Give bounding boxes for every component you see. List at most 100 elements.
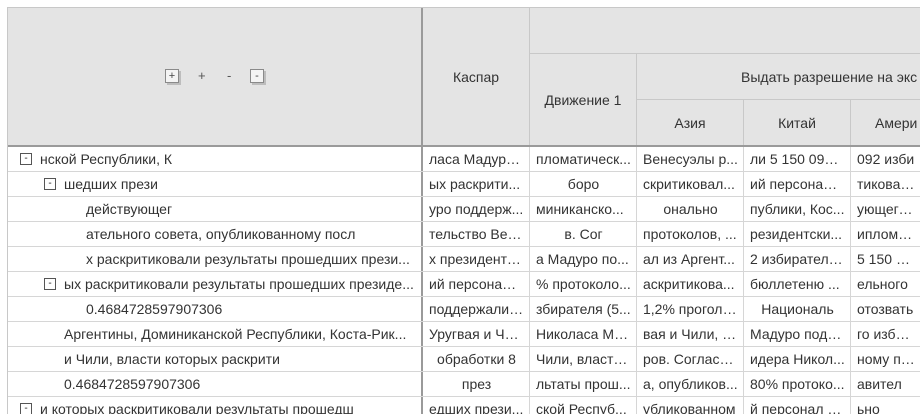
collapse-row-toggle[interactable]: - <box>44 178 56 190</box>
table-cell[interactable]: Чили, власти... <box>530 347 637 372</box>
header-dvizhenie[interactable]: Движение 1 <box>530 54 636 145</box>
table-cell[interactable]: едших прези... <box>423 397 530 414</box>
header-china-label: Китай <box>778 114 816 131</box>
table-cell[interactable]: ых раскрити... <box>423 172 530 197</box>
header-china[interactable]: Китай <box>744 100 850 145</box>
table-cell[interactable]: ал из Аргент... <box>637 247 744 272</box>
table-cell[interactable]: 80% протоко... <box>744 372 851 397</box>
header-group-label: Выдать разрешение на экс <box>741 68 918 85</box>
expand-all-button[interactable]: + <box>165 69 179 83</box>
table-cell[interactable]: резидентски... <box>744 222 851 247</box>
table-row[interactable]: и Чили, власти которых раскрити обработки… <box>8 347 920 372</box>
table-cell[interactable]: обработки 8 <box>423 347 530 372</box>
table-cell[interactable]: % протоколо... <box>530 272 637 297</box>
table-cell[interactable]: бюллетеню ... <box>744 272 851 297</box>
table-cell[interactable]: отозвать <box>851 297 920 322</box>
table-row[interactable]: - нской Республики, К ласа Мадуро... пломат… <box>8 147 920 172</box>
table-row[interactable]: - ых раскритиковали результаты прошедших … <box>8 272 920 297</box>
table-cell[interactable]: публики, Кос... <box>744 197 851 222</box>
body-divider-4 <box>850 147 851 414</box>
table-cell[interactable]: Мадуро подд... <box>744 322 851 347</box>
table-cell[interactable]: ипломати <box>851 222 920 247</box>
table-cell[interactable]: а, опубликов... <box>637 372 744 397</box>
table-cell[interactable]: миниканско... <box>530 197 637 222</box>
header-divider-2 <box>530 53 920 54</box>
table-cell[interactable]: тиковали <box>851 172 920 197</box>
table-row[interactable]: 0.4684728597907306 през льтаты прош... а, о… <box>8 372 920 397</box>
table-cell[interactable]: ий персонал ... <box>423 272 530 297</box>
table-cell[interactable]: протоколов, ... <box>637 222 744 247</box>
table-cell[interactable]: през <box>423 372 530 397</box>
table-cell[interactable]: онально <box>637 197 744 222</box>
table-cell[interactable]: авител <box>851 372 920 397</box>
header-kaspar[interactable]: Каспар <box>423 8 529 145</box>
table-cell[interactable]: убликованном <box>637 397 744 414</box>
table-cell[interactable]: збирателя (5... <box>530 297 637 322</box>
table-cell[interactable]: 092 изби <box>851 147 920 172</box>
table-cell[interactable]: идера Никол... <box>744 347 851 372</box>
row-header-label: нской Республики, К <box>40 151 173 167</box>
row-header-label: и которых раскритиковали результаты прош… <box>40 401 354 414</box>
collapse-row-toggle[interactable]: - <box>44 278 56 290</box>
table-cell[interactable]: ий персонал ... <box>744 172 851 197</box>
table-cell[interactable]: а Мадуро по... <box>530 247 637 272</box>
table-cell[interactable]: скритиковал... <box>637 172 744 197</box>
table-cell[interactable]: аскритикова... <box>637 272 744 297</box>
table-cell[interactable]: в. Сог <box>530 222 637 247</box>
collapse-all-button[interactable]: - <box>250 69 264 83</box>
header-america[interactable]: Амери <box>851 100 920 145</box>
corner-header <box>8 8 421 145</box>
body-divider-2 <box>636 147 637 414</box>
table-row[interactable]: х раскритиковали результаты прошедших пр… <box>8 247 920 272</box>
body-divider-1 <box>529 147 530 414</box>
table-cell[interactable]: ли 5 150 092 ... <box>744 147 851 172</box>
table-cell[interactable]: вая и Чили, в... <box>637 322 744 347</box>
table-cell[interactable]: 2 избирателя... <box>744 247 851 272</box>
header-asia-label: Азия <box>674 114 706 131</box>
row-header-label: х раскритиковали результаты прошедших пр… <box>86 251 410 267</box>
header-divider-1 <box>529 8 530 145</box>
row-header-label: 0.4684728597907306 <box>86 301 223 317</box>
table-cell[interactable]: х президентс... <box>423 247 530 272</box>
table-row[interactable]: Аргентины, Доминиканской Республики, Кос… <box>8 322 920 347</box>
table-cell[interactable]: Националь <box>744 297 851 322</box>
table-row[interactable]: ательного совета, опубликованному посл те… <box>8 222 920 247</box>
table-cell[interactable]: боро <box>530 172 637 197</box>
table-cell[interactable]: Николаса Ма... <box>530 322 637 347</box>
table-cell[interactable]: ласа Мадуро... <box>423 147 530 172</box>
table-row[interactable]: 0.4684728597907306 поддержали ... збирател… <box>8 297 920 322</box>
table-row[interactable]: - шедших прези ых раскрити... боро скритиков… <box>8 172 920 197</box>
table-cell[interactable]: ской Респуб... <box>530 397 637 414</box>
collapse-row-toggle[interactable]: - <box>20 403 32 414</box>
header-top-empty <box>530 8 920 53</box>
table-cell[interactable]: ров. Согласн... <box>637 347 744 372</box>
table-row[interactable]: -и которых раскритиковали результаты про… <box>8 397 920 414</box>
table-cell[interactable]: льтаты прош... <box>530 372 637 397</box>
collapse-level-button[interactable]: - <box>227 68 231 83</box>
pivot-grid: Каспар Движение 1 Выдать разрешение на э… <box>0 0 920 414</box>
row-header-label: действующег <box>86 201 173 217</box>
row-header-label: шедших прези <box>64 176 158 192</box>
collapse-row-toggle[interactable]: - <box>20 153 32 165</box>
table-cell[interactable]: ующего ли <box>851 197 920 222</box>
table-cell[interactable]: й персонал и... <box>744 397 851 414</box>
table-cell[interactable]: Уругвая и Чи... <box>423 322 530 347</box>
table-cell[interactable]: тельство Вен... <box>423 222 530 247</box>
header-group[interactable]: Выдать разрешение на экс <box>637 54 920 99</box>
expand-level-button[interactable]: + <box>198 68 206 83</box>
table-cell[interactable]: ельного <box>851 272 920 297</box>
table-cell[interactable]: ьно <box>851 397 920 414</box>
table-cell[interactable]: го избира <box>851 322 920 347</box>
table-cell[interactable]: поддержали ... <box>423 297 530 322</box>
table-cell[interactable]: Венесуэлы р... <box>637 147 744 172</box>
table-row[interactable]: действующег уро поддерж... миниканско... он… <box>8 197 920 222</box>
table-cell[interactable]: 1,2% проголо... <box>637 297 744 322</box>
table-cell[interactable]: ному посл <box>851 347 920 372</box>
table-cell[interactable]: пломатическ... <box>530 147 637 172</box>
table-cell[interactable]: 5 150 092 <box>851 247 920 272</box>
table-cell[interactable]: уро поддерж... <box>423 197 530 222</box>
body-divider-3 <box>743 147 744 414</box>
header-divider-5 <box>743 100 744 145</box>
row-header-label: 0.4684728597907306 <box>64 376 201 392</box>
header-asia[interactable]: Азия <box>637 100 743 145</box>
